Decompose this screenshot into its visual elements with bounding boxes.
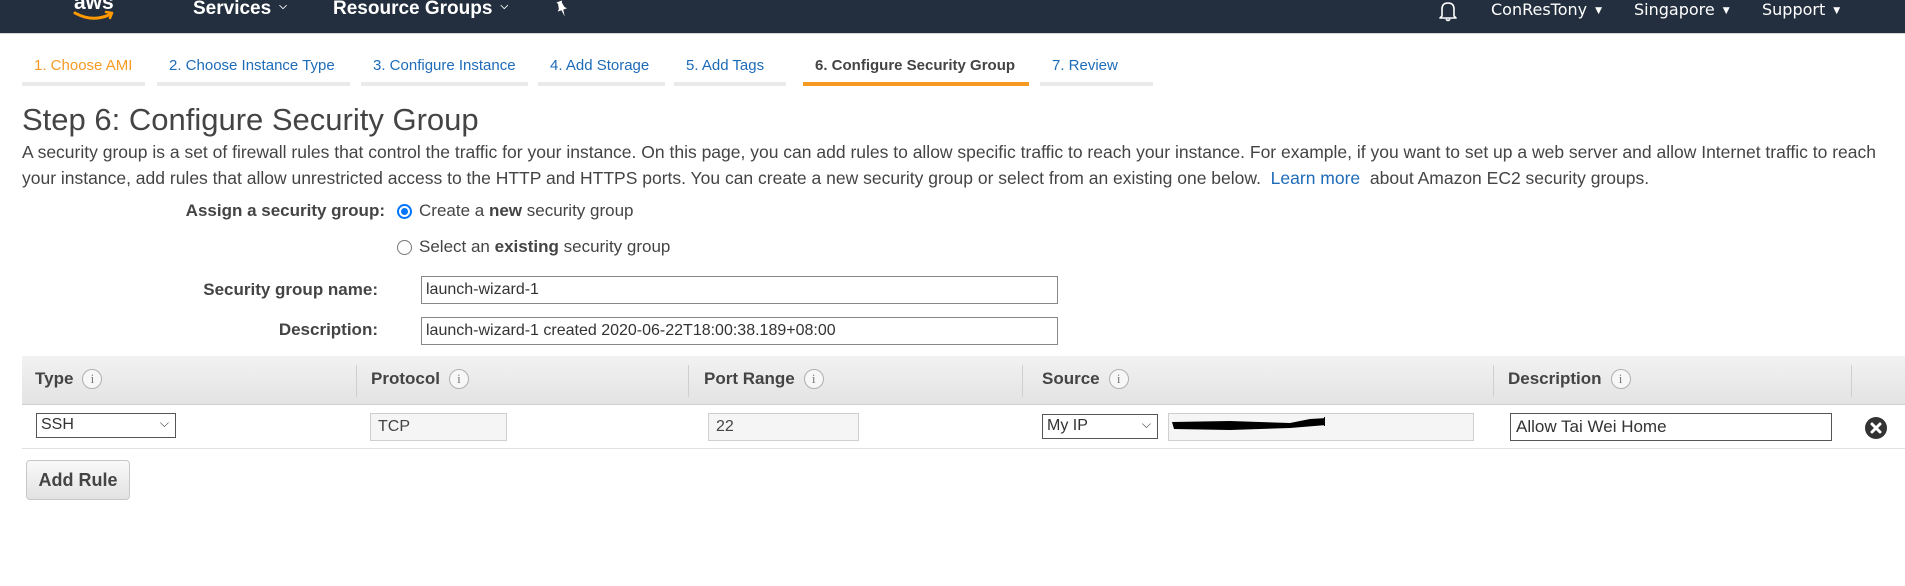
- info-icon[interactable]: i: [82, 368, 103, 389]
- tab-label: 3. Configure Instance: [373, 57, 516, 74]
- close-icon: [1870, 422, 1882, 434]
- chevron-down-icon: ⌵: [159, 416, 169, 430]
- tab-underline: [1040, 82, 1153, 86]
- protocol-input: TCP: [370, 413, 507, 441]
- column-divider: [1022, 365, 1023, 397]
- chevron-down-icon: ▼: [1833, 6, 1841, 16]
- support-menu[interactable]: Support ▼: [1762, 0, 1840, 34]
- services-menu[interactable]: Services ⌵: [193, 0, 287, 34]
- radio-select-existing-security-group[interactable]: Select an existing security group: [397, 237, 670, 257]
- port-range-input[interactable]: 22: [708, 413, 859, 441]
- tab-choose-ami[interactable]: 1. Choose AMI: [22, 54, 145, 86]
- support-label: Support: [1762, 0, 1826, 19]
- chevron-down-icon: ▼: [1722, 6, 1730, 16]
- column-header-source: Source i: [1042, 356, 1129, 405]
- source-type-select[interactable]: My IP ⌵: [1042, 414, 1158, 439]
- notifications-bell-icon[interactable]: [1437, 0, 1459, 22]
- option-suffix: security group: [526, 201, 634, 220]
- resource-groups-menu[interactable]: Resource Groups ⌵: [333, 0, 508, 34]
- column-header-port-range: Port Range i: [704, 356, 824, 405]
- remove-rule-button[interactable]: [1865, 417, 1887, 439]
- column-header-description: Description i: [1508, 356, 1631, 405]
- column-label: Description: [1508, 369, 1602, 388]
- security-group-name-input[interactable]: launch-wizard-1: [421, 276, 1058, 304]
- column-header-type: Type i: [35, 356, 103, 405]
- column-header-protocol: Protocol i: [371, 356, 469, 405]
- pin-icon[interactable]: [553, 0, 571, 18]
- tab-label: 2. Choose Instance Type: [169, 57, 335, 74]
- column-label: Port Range: [704, 369, 795, 388]
- tab-underline: [361, 82, 528, 86]
- info-icon[interactable]: i: [448, 368, 469, 389]
- option-prefix: Create a: [419, 201, 485, 220]
- security-group-description-input[interactable]: launch-wizard-1 created 2020-06-22T18:00…: [421, 317, 1058, 345]
- tab-label: 4. Add Storage: [550, 57, 650, 74]
- info-icon[interactable]: i: [803, 368, 824, 389]
- tab-configure-instance[interactable]: 3. Configure Instance: [361, 54, 528, 86]
- type-select[interactable]: SSH ⌵: [36, 413, 176, 438]
- tab-underline: [538, 82, 665, 86]
- option-bold: existing: [494, 237, 559, 256]
- column-divider: [1493, 365, 1494, 397]
- option-suffix: security group: [563, 237, 671, 256]
- tab-underline: [22, 82, 145, 86]
- redaction-mark: [1172, 417, 1325, 430]
- page-description: A security group is a set of firewall ru…: [22, 139, 1902, 191]
- tab-label: 7. Review: [1052, 57, 1118, 74]
- resource-groups-label: Resource Groups: [333, 0, 493, 20]
- rules-table-header: Type i Protocol i Port Range i Source i Desc…: [22, 356, 1905, 405]
- tab-label: 6. Configure Security Group: [815, 57, 1016, 74]
- tab-choose-instance-type[interactable]: 2. Choose Instance Type: [157, 54, 350, 86]
- option-prefix: Select an: [419, 237, 490, 256]
- intro-suffix: about Amazon EC2 security groups.: [1369, 168, 1650, 188]
- info-icon[interactable]: i: [1610, 368, 1631, 389]
- tab-add-tags[interactable]: 5. Add Tags: [674, 54, 786, 86]
- tab-label: 5. Add Tags: [686, 57, 765, 74]
- column-label: Protocol: [371, 369, 440, 388]
- tab-underline: [674, 82, 786, 86]
- tab-label: 1. Choose AMI: [34, 57, 133, 74]
- info-icon[interactable]: i: [1108, 368, 1129, 389]
- tab-configure-security-group[interactable]: 6. Configure Security Group: [803, 54, 1029, 86]
- description-label: Description:: [278, 320, 378, 339]
- aws-smile-icon: [73, 10, 114, 20]
- region-menu[interactable]: Singapore ▼: [1634, 0, 1730, 34]
- type-value: SSH: [41, 416, 74, 433]
- column-label: Source: [1042, 369, 1100, 388]
- chevron-down-icon: ⌵: [500, 1, 509, 12]
- column-divider: [688, 365, 689, 397]
- tab-add-storage[interactable]: 4. Add Storage: [538, 54, 665, 86]
- services-label: Services: [193, 0, 272, 20]
- chevron-down-icon: ▼: [1595, 6, 1603, 16]
- chevron-down-icon: ⌵: [1141, 417, 1151, 431]
- learn-more-link[interactable]: Learn more: [1271, 168, 1361, 188]
- column-divider: [1851, 365, 1852, 397]
- tab-review[interactable]: 7. Review: [1040, 54, 1153, 86]
- radio-button[interactable]: [397, 239, 412, 255]
- radio-create-new-security-group[interactable]: Create a new security group: [397, 201, 634, 221]
- tab-underline: [803, 82, 1029, 86]
- column-divider: [356, 365, 357, 397]
- rule-description-input[interactable]: Allow Tai Wei Home: [1510, 413, 1832, 441]
- top-navigation-bar: aws Services ⌵ Resource Groups ⌵ ConResTon…: [0, 0, 1905, 34]
- tab-underline: [157, 82, 350, 86]
- security-group-name-label: Security group name:: [203, 280, 378, 299]
- source-type-value: My IP: [1047, 417, 1088, 434]
- user-label: ConResTony: [1491, 0, 1588, 19]
- user-account-menu[interactable]: ConResTony ▼: [1491, 0, 1602, 34]
- radio-button-selected[interactable]: [397, 203, 412, 219]
- add-rule-button[interactable]: Add Rule: [26, 460, 130, 500]
- column-label: Type: [35, 369, 74, 388]
- option-bold: new: [488, 201, 522, 220]
- assign-security-group-label: Assign a security group:: [185, 201, 385, 220]
- region-label: Singapore: [1634, 0, 1715, 19]
- page-title: Step 6: Configure Security Group: [22, 102, 479, 137]
- chevron-down-icon: ⌵: [279, 1, 287, 12]
- aws-logo[interactable]: aws: [70, 0, 130, 26]
